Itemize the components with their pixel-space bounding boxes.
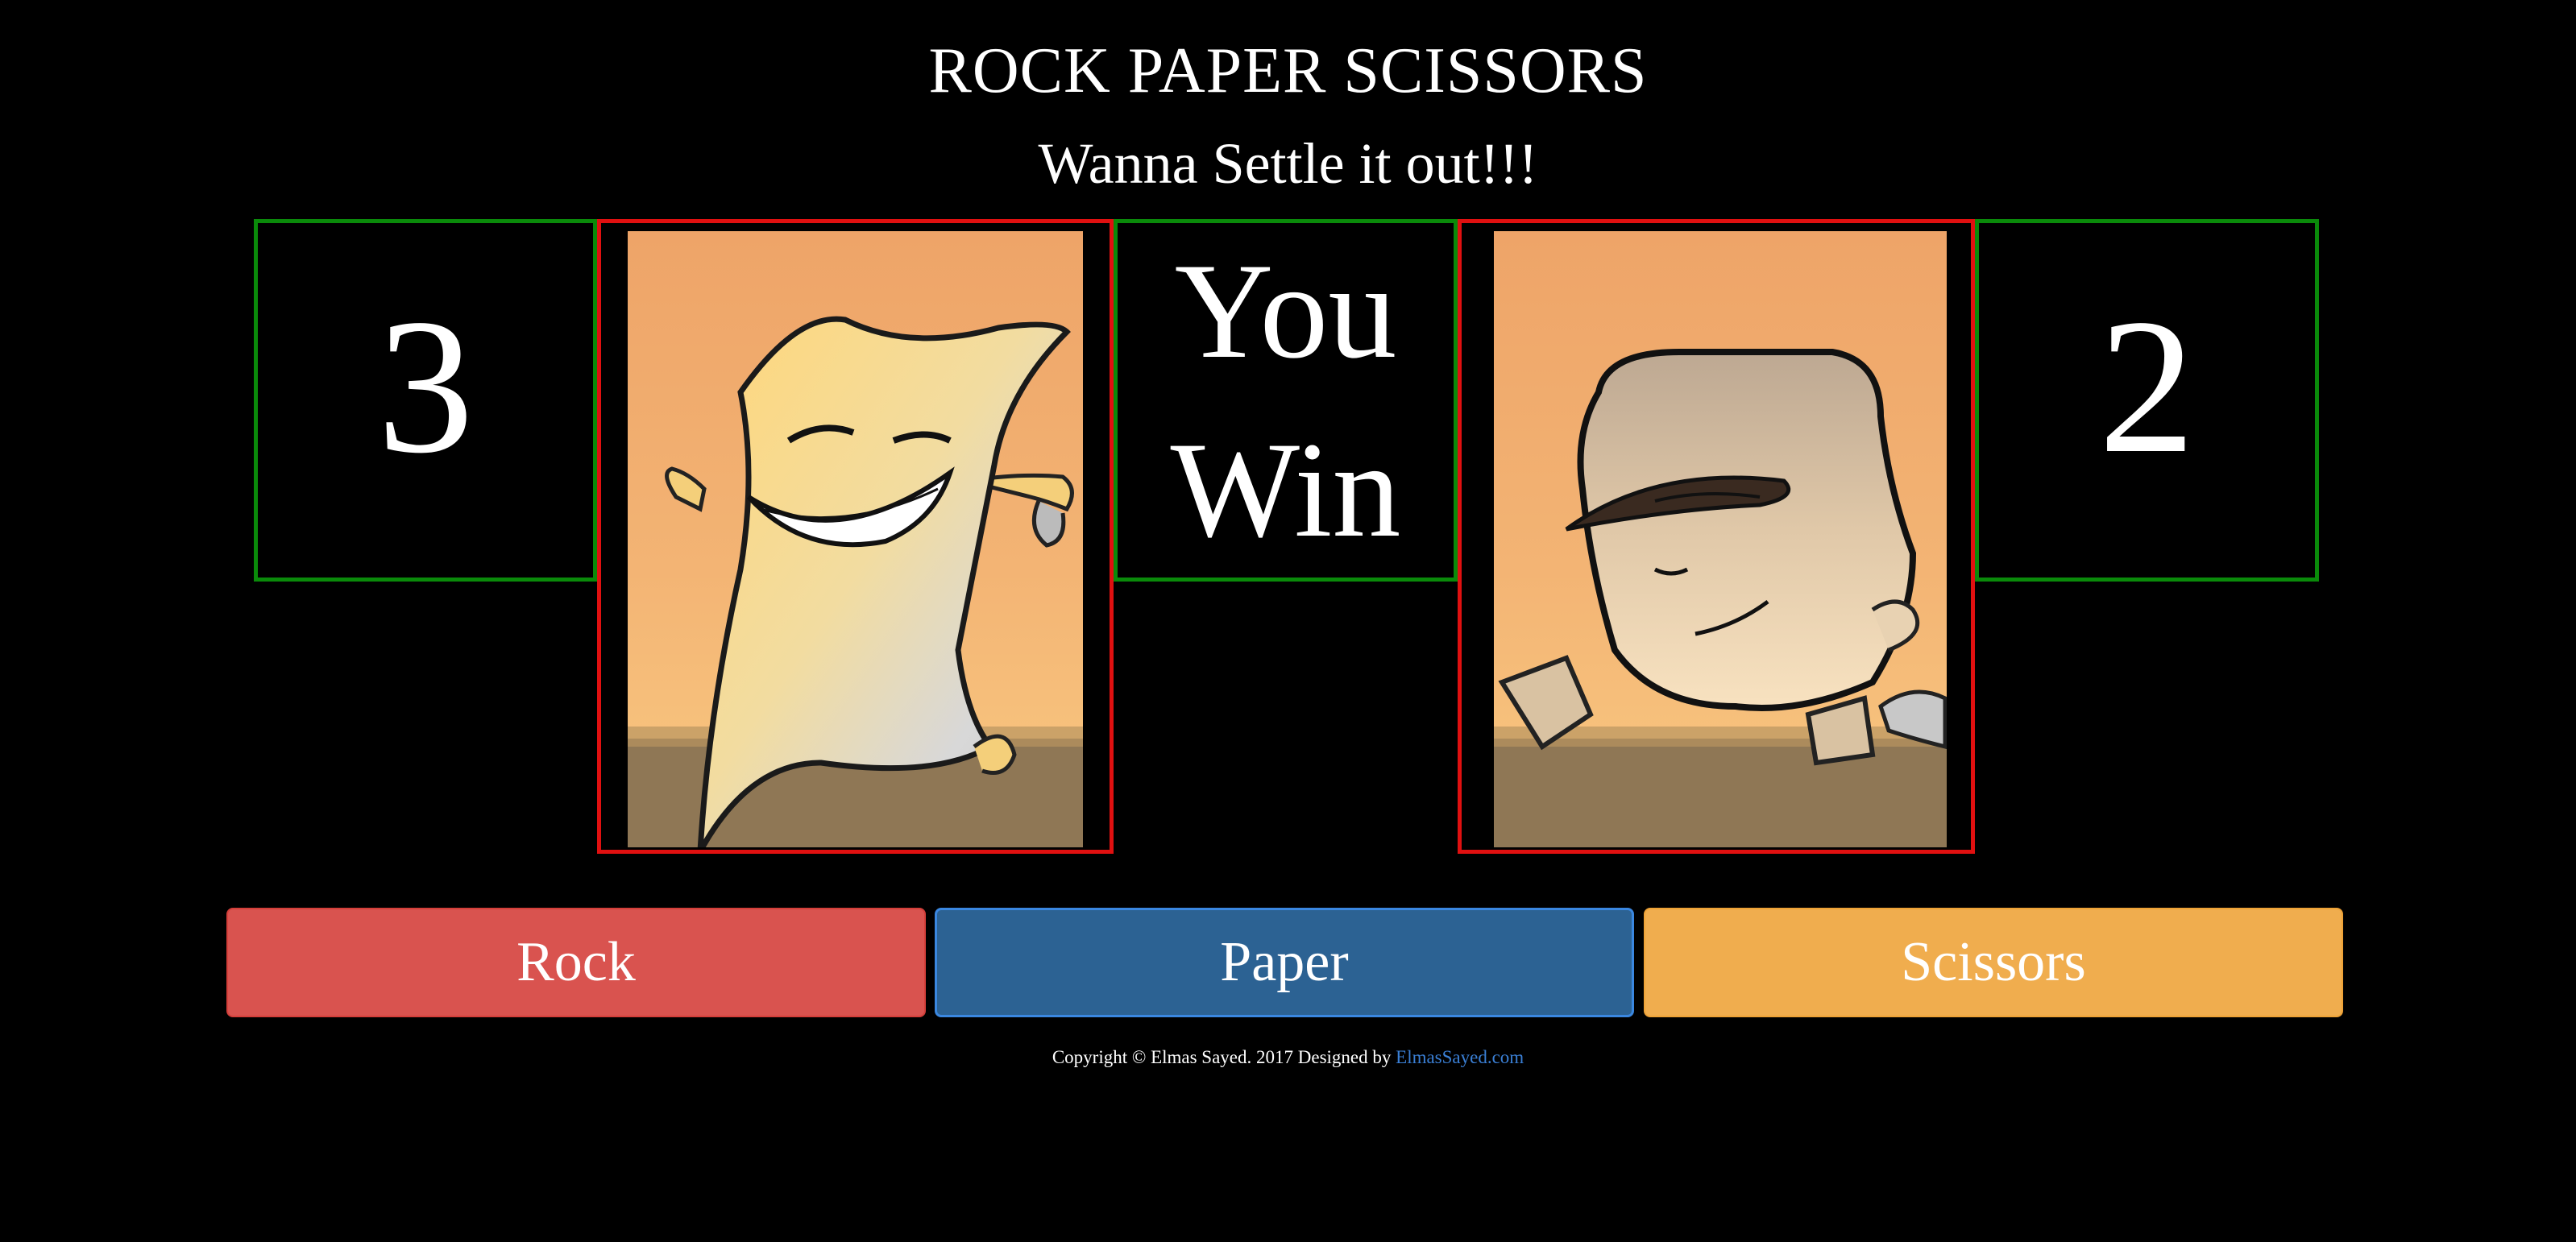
page-subtitle: Wanna Settle it out!!! bbox=[1038, 131, 1538, 196]
result-text-line2: Win bbox=[1170, 414, 1401, 565]
page-title: ROCK PAPER SCISSORS bbox=[928, 35, 1648, 106]
rock-character-icon bbox=[1494, 231, 1947, 847]
paper-character-icon bbox=[628, 231, 1083, 847]
player-score: 3 bbox=[377, 279, 474, 493]
game-page: ROCK PAPER SCISSORS Wanna Settle it out!… bbox=[0, 0, 2576, 1242]
footer-link[interactable]: ElmasSayed.com bbox=[1396, 1047, 1524, 1067]
player-score-box: 3 bbox=[254, 219, 597, 582]
paper-button[interactable]: Paper bbox=[935, 908, 1634, 1017]
computer-score-box: 2 bbox=[1975, 219, 2319, 582]
footer-copyright: Copyright © Elmas Sayed. 2017 Designed b… bbox=[1052, 1047, 1392, 1067]
result-box: You Win bbox=[1114, 219, 1458, 582]
player-choice-card bbox=[597, 219, 1114, 854]
footer: Copyright © Elmas Sayed. 2017 Designed b… bbox=[0, 1045, 2576, 1070]
paper-character-image bbox=[628, 231, 1083, 847]
computer-choice-card bbox=[1458, 219, 1975, 854]
computer-score: 2 bbox=[2098, 279, 2196, 493]
result-text-line1: You bbox=[1174, 235, 1397, 387]
rock-button[interactable]: Rock bbox=[226, 908, 926, 1017]
rock-character-image bbox=[1494, 231, 1947, 847]
scissors-button[interactable]: Scissors bbox=[1644, 908, 2343, 1017]
